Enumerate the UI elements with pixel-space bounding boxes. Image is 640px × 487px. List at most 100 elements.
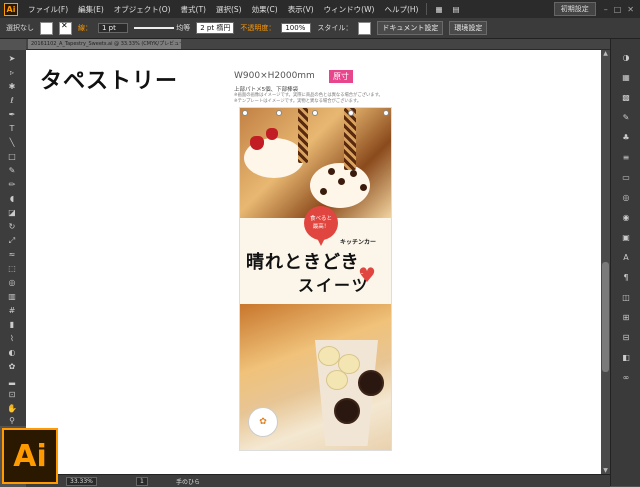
menu-type[interactable]: 書式(T) <box>176 4 211 15</box>
chocolate-chip-shape <box>350 170 357 177</box>
menu-select[interactable]: 選択(S) <box>211 4 247 15</box>
document-tab[interactable]: 20161102_A_Tapestry_Sweets.ai @ 33.33% (… <box>28 39 181 49</box>
mesh-tool-icon[interactable]: # <box>6 306 18 316</box>
shape-builder-tool-icon[interactable]: ◎ <box>6 278 18 288</box>
character-panel-icon[interactable]: A <box>620 253 632 263</box>
symbols-panel-icon[interactable]: ♣ <box>620 133 632 143</box>
tools-panel: ➤ ▹ ✱ ℓ ✒ T ╲ □ ✎ ✏ ◖ ◪ ↻ ⤢ ≈ ⬚ ◎ ▥ # ▮ … <box>0 50 27 426</box>
magic-wand-tool-icon[interactable]: ✱ <box>6 82 18 92</box>
pen-tool-icon[interactable]: ✒ <box>6 110 18 120</box>
menu-window[interactable]: ウィンドウ(W) <box>319 4 380 15</box>
scrollbar-thumb[interactable] <box>602 262 609 372</box>
pencil-tool-icon[interactable]: ✏ <box>6 180 18 190</box>
align-panel-icon[interactable]: ⊟ <box>620 333 632 343</box>
arrange-documents-icon[interactable]: ▤ <box>448 5 465 14</box>
app-logo-icon: Ai <box>4 2 18 16</box>
document-setup-button[interactable]: ドキュメント設定 <box>377 21 444 35</box>
artboard[interactable]: タペストリー W900×H2000mm 原寸 上部パトメ5個、下部棒袋 ※画面の… <box>26 50 601 474</box>
bridge-icon[interactable]: ▦ <box>430 5 447 14</box>
paintbrush-tool-icon[interactable]: ✎ <box>6 166 18 176</box>
cookie-shape <box>358 370 384 396</box>
variable-width-profile[interactable]: 均等 <box>134 23 190 33</box>
stroke-swatch[interactable] <box>59 21 72 35</box>
close-icon[interactable]: ✕ <box>627 5 634 14</box>
lasso-tool-icon[interactable]: ℓ <box>6 96 18 106</box>
artboard-tool-icon[interactable]: ⊡ <box>6 390 18 400</box>
blend-tool-icon[interactable]: ◐ <box>6 348 18 358</box>
stroke-weight-field[interactable]: 1 pt <box>98 23 128 33</box>
headline: 晴れときどき <box>246 252 360 273</box>
grommet-icon <box>383 110 389 116</box>
minimize-icon[interactable]: – <box>604 5 608 14</box>
line-tool-icon[interactable]: ╲ <box>6 138 18 148</box>
opacity-field[interactable]: 100% <box>281 23 312 33</box>
tapestry-banner[interactable]: 食べると 最高！ キッチンカー 晴れときどき スイーツ ♥ ᵕ ✿ <box>239 107 392 451</box>
strawberry-shape <box>266 128 278 140</box>
panel-dock: ◑ ▦ ▩ ✎ ♣ ≡ ▭ ◎ ◉ ▣ A ¶ ◫ ⊞ ⊟ ◧ ∞ <box>610 39 640 486</box>
graphic-styles-panel-icon[interactable]: ▣ <box>620 233 632 243</box>
menu-object[interactable]: オブジェクト(O) <box>109 4 176 15</box>
scroll-up-icon[interactable]: ▲ <box>601 50 610 57</box>
free-transform-tool-icon[interactable]: ⬚ <box>6 264 18 274</box>
stroke-panel-icon[interactable]: ≡ <box>620 153 632 163</box>
gradient-panel-icon[interactable]: ▭ <box>620 173 632 183</box>
gradient-tool-icon[interactable]: ▮ <box>6 320 18 330</box>
page-title: タペストリー <box>40 68 179 94</box>
eyedropper-tool-icon[interactable]: ⌇ <box>6 334 18 344</box>
links-panel-icon[interactable]: ∞ <box>620 373 632 383</box>
current-tool-status: 手のひら <box>176 479 201 486</box>
preferences-button[interactable]: 環境設定 <box>449 21 488 35</box>
workspace-switcher[interactable]: 初期設定 <box>553 2 596 16</box>
brush-definition[interactable]: 2 pt 楕円 <box>196 22 235 34</box>
fill-swatch[interactable] <box>40 21 53 35</box>
symbol-sprayer-tool-icon[interactable]: ✿ <box>6 362 18 372</box>
menu-bar: Ai ファイル(F) 編集(E) オブジェクト(O) 書式(T) 選択(S) 効… <box>0 0 640 18</box>
menu-edit[interactable]: 編集(E) <box>73 4 109 15</box>
kitchen-car-label: キッチンカー <box>340 239 377 246</box>
eraser-tool-icon[interactable]: ◪ <box>6 208 18 218</box>
type-tool-icon[interactable]: T <box>6 124 18 134</box>
blob-brush-tool-icon[interactable]: ◖ <box>6 194 18 204</box>
hand-tool-icon[interactable]: ✋ <box>6 404 18 414</box>
graph-tool-icon[interactable]: ▂ <box>6 376 18 386</box>
artboards-panel-icon[interactable]: ⊞ <box>620 313 632 323</box>
selection-tool-icon[interactable]: ➤ <box>6 54 18 64</box>
style-swatch[interactable] <box>358 21 372 35</box>
chocolate-chip-shape <box>320 188 327 195</box>
direct-selection-tool-icon[interactable]: ▹ <box>6 68 18 78</box>
rectangle-tool-icon[interactable]: □ <box>6 152 18 162</box>
paragraph-panel-icon[interactable]: ¶ <box>620 273 632 283</box>
chocolate-chip-shape <box>328 168 335 175</box>
grommet-icon <box>276 110 282 116</box>
appearance-panel-icon[interactable]: ◉ <box>620 213 632 223</box>
warp-tool-icon[interactable]: ≈ <box>6 250 18 260</box>
status-bar: 33.33% 1 手のひら <box>26 474 610 487</box>
pathfinder-panel-icon[interactable]: ◧ <box>620 353 632 363</box>
menu-view[interactable]: 表示(V) <box>283 4 319 15</box>
color-panel-icon[interactable]: ◑ <box>620 53 632 63</box>
shop-logo-icon: ✿ <box>248 407 278 437</box>
zoom-tool-icon[interactable]: ⚲ <box>6 416 18 426</box>
vertical-scrollbar[interactable]: ▲ ▼ <box>601 50 610 474</box>
grommet-icon <box>348 110 354 116</box>
zoom-level-field[interactable]: 33.33% <box>66 477 97 486</box>
menu-help[interactable]: ヘルプ(H) <box>379 4 423 15</box>
artboard-number-field[interactable]: 1 <box>136 477 148 486</box>
layers-panel-icon[interactable]: ◫ <box>620 293 632 303</box>
illustrator-logo: Ai <box>2 428 58 484</box>
transparency-panel-icon[interactable]: ◎ <box>620 193 632 203</box>
brushes-panel-icon[interactable]: ✎ <box>620 113 632 123</box>
swatches-panel-icon[interactable]: ▩ <box>620 93 632 103</box>
chocolate-chip-shape <box>360 184 367 191</box>
perspective-grid-tool-icon[interactable]: ▥ <box>6 292 18 302</box>
scale-tool-icon[interactable]: ⤢ <box>6 236 18 246</box>
cookie-shape <box>334 398 360 424</box>
rotate-tool-icon[interactable]: ↻ <box>6 222 18 232</box>
scroll-down-icon[interactable]: ▼ <box>601 467 610 474</box>
menu-file[interactable]: ファイル(F) <box>23 4 73 15</box>
maximize-icon[interactable]: □ <box>614 5 622 14</box>
color-guide-panel-icon[interactable]: ▦ <box>620 73 632 83</box>
wafer-stick-shape <box>298 108 308 163</box>
chocolate-chip-shape <box>338 178 345 185</box>
menu-effect[interactable]: 効果(C) <box>247 4 283 15</box>
